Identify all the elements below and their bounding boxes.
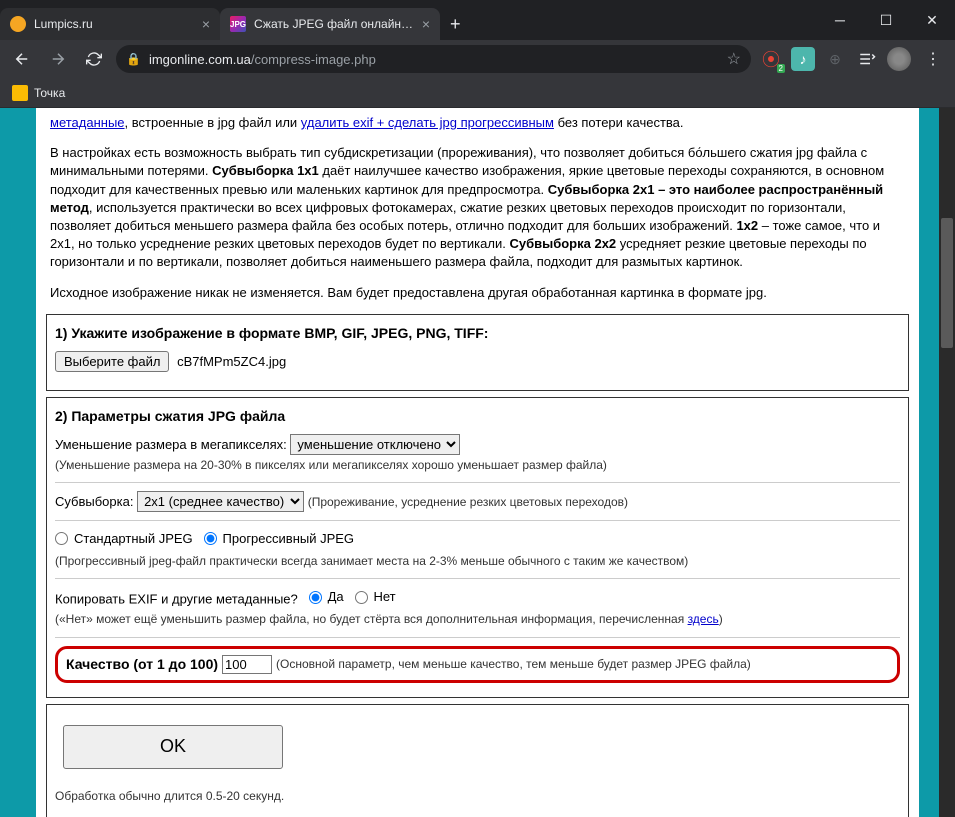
metadata-link[interactable]: метаданные <box>50 115 125 130</box>
extension-icon-1[interactable]: ⦿2 <box>759 47 783 71</box>
section-file-select: 1) Укажите изображение в формате BMP, GI… <box>46 314 909 391</box>
subsample-hint: (Прореживание, усреднение резких цветовы… <box>308 495 628 509</box>
note-original: Исходное изображение никак не изменяется… <box>50 284 905 302</box>
tab-strip: Lumpics.ru × JPG Сжать JPEG файл онлайн … <box>0 0 817 40</box>
tab-title: Lumpics.ru <box>34 17 196 31</box>
tab-lumpics[interactable]: Lumpics.ru × <box>0 8 220 40</box>
scrollbar-thumb[interactable] <box>941 218 953 348</box>
subsample-label: Субвыборка: <box>55 494 133 509</box>
folder-icon <box>12 85 28 101</box>
megapixel-hint: (Уменьшение размера на 20-30% в пикселях… <box>55 458 607 472</box>
section-submit: OK Обработка обычно длится 0.5-20 секунд… <box>46 704 909 817</box>
quality-label: Качество (от 1 до 100) <box>66 656 218 672</box>
section-jpeg-params: 2) Параметры сжатия JPG файла Уменьшение… <box>46 397 909 698</box>
label-exif-yes: Да <box>328 587 344 607</box>
minimize-button[interactable]: ─ <box>817 0 863 40</box>
exif-here-link[interactable]: здесь <box>688 612 719 626</box>
menu-button[interactable]: ⋮ <box>919 45 947 73</box>
window-titlebar: Lumpics.ru × JPG Сжать JPEG файл онлайн … <box>0 0 955 40</box>
label-exif-no: Нет <box>374 587 396 607</box>
forward-button[interactable] <box>44 45 72 73</box>
bookmarks-bar: Точка <box>0 78 955 108</box>
quality-input[interactable] <box>222 655 272 674</box>
star-icon[interactable]: ☆ <box>727 49 741 69</box>
lock-icon: 🔒 <box>126 52 141 66</box>
window-controls: ─ ☐ ✕ <box>817 0 955 40</box>
new-tab-button[interactable]: + <box>440 10 471 39</box>
intro-line: метаданные, встроенные в jpg файл или уд… <box>50 114 905 132</box>
extension-icon-3[interactable]: ⊕ <box>823 47 847 71</box>
radio-progressive-jpeg[interactable] <box>204 532 217 545</box>
exif-hint: («Нет» может ещё уменьшить размер файла,… <box>55 612 723 626</box>
quality-row-highlight: Качество (от 1 до 100) (Основной парамет… <box>55 646 900 683</box>
bookmark-tochka[interactable]: Точка <box>12 85 65 101</box>
radio-exif-yes[interactable] <box>309 591 322 604</box>
megapixel-select[interactable]: уменьшение отключено <box>290 434 460 455</box>
label-standard-jpeg: Стандартный JPEG <box>74 529 193 549</box>
quality-hint: (Основной параметр, чем меньше качество,… <box>276 657 751 671</box>
close-button[interactable]: ✕ <box>909 0 955 40</box>
section-1-title: 1) Укажите изображение в формате BMP, GI… <box>55 325 900 341</box>
url-text: imgonline.com.ua/compress-image.php <box>149 52 376 67</box>
favicon-lumpics <box>10 16 26 32</box>
processing-hint: Обработка обычно длится 0.5-20 секунд. <box>55 787 900 805</box>
subsample-explainer: В настройках есть возможность выбрать ти… <box>50 144 905 271</box>
exif-link[interactable]: удалить exif + сделать jpg прогрессивным <box>301 115 554 130</box>
vertical-scrollbar[interactable] <box>939 108 955 817</box>
page-viewport[interactable]: метаданные, встроенные в jpg файл или уд… <box>0 108 955 817</box>
reload-button[interactable] <box>80 45 108 73</box>
ok-button[interactable]: OK <box>63 725 283 769</box>
megapixel-label: Уменьшение размера в мегапикселях: <box>55 437 287 452</box>
label-progressive-jpeg: Прогрессивный JPEG <box>223 529 355 549</box>
profile-avatar[interactable] <box>887 47 911 71</box>
choose-file-button[interactable]: Выберите файл <box>55 351 169 372</box>
address-bar[interactable]: 🔒 imgonline.com.ua/compress-image.php ☆ <box>116 45 751 73</box>
section-2-title: 2) Параметры сжатия JPG файла <box>55 408 900 424</box>
tab-imgonline[interactable]: JPG Сжать JPEG файл онлайн - IMG × <box>220 8 440 40</box>
browser-toolbar: 🔒 imgonline.com.ua/compress-image.php ☆ … <box>0 40 955 78</box>
maximize-button[interactable]: ☐ <box>863 0 909 40</box>
reading-list-icon[interactable] <box>855 47 879 71</box>
radio-standard-jpeg[interactable] <box>55 532 68 545</box>
back-button[interactable] <box>8 45 36 73</box>
radio-exif-no[interactable] <box>355 591 368 604</box>
tab-title: Сжать JPEG файл онлайн - IMG <box>254 17 416 31</box>
bookmark-label: Точка <box>34 86 65 100</box>
selected-filename: cB7fMPm5ZC4.jpg <box>177 354 286 369</box>
subsample-select[interactable]: 2x1 (среднее качество) <box>137 491 304 512</box>
exif-label: Копировать EXIF и другие метаданные? <box>55 592 298 607</box>
jpeg-hint: (Прогрессивный jpeg-файл практически все… <box>55 554 688 568</box>
favicon-imgonline: JPG <box>230 16 246 32</box>
close-icon[interactable]: × <box>422 16 430 32</box>
close-icon[interactable]: × <box>202 16 210 32</box>
page-content: метаданные, встроенные в jpg файл или уд… <box>36 108 919 817</box>
extension-icon-2[interactable]: ♪ <box>791 47 815 71</box>
